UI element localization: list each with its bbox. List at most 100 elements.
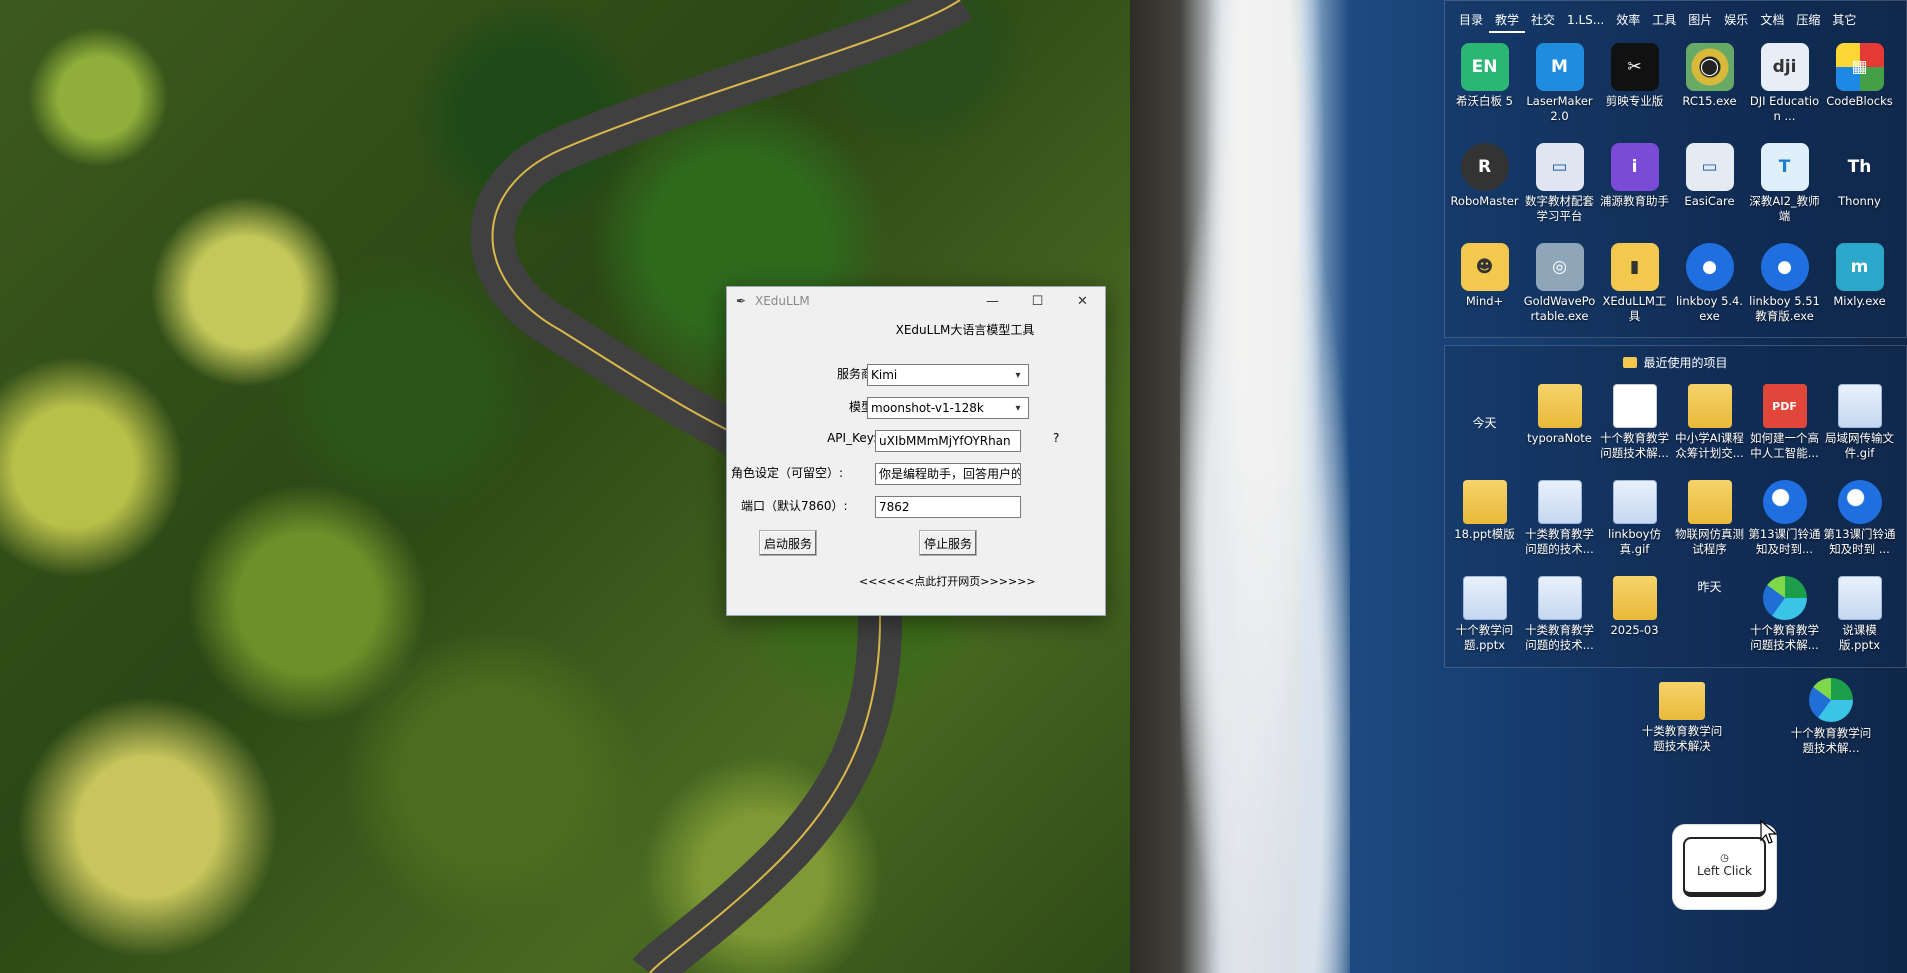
slide-icon	[1537, 576, 1582, 620]
fence-tab[interactable]: 社交	[1525, 7, 1561, 33]
app-label: Mixly.exe	[1833, 294, 1886, 308]
recent-item[interactable]: 第13课门铃通知及时到...	[1747, 474, 1822, 570]
recent-item[interactable]: 18.ppt模版	[1447, 474, 1522, 570]
close-button[interactable]: ✕	[1060, 287, 1105, 315]
app-grid: EN 希沃白板 5 M LaserMaker 2.0 ✂ 剪映专业版 ◯ RC15.exe dj…	[1445, 39, 1906, 339]
app-shortcut[interactable]: ● linkboy 5.4.exe	[1672, 239, 1747, 339]
app-shortcut[interactable]: EN 希沃白板 5	[1447, 39, 1522, 139]
recent-item[interactable]: linkboy仿真.gif	[1597, 474, 1672, 570]
provider-value: Kimi	[871, 368, 898, 382]
slide-icon	[1612, 480, 1657, 524]
maximize-button[interactable]: ☐	[1015, 287, 1060, 315]
feather-icon: ✒	[735, 294, 747, 308]
fence-tab[interactable]: 其它	[1826, 7, 1862, 33]
recent-item[interactable]: 局域网传输文件.gif	[1822, 378, 1897, 474]
edge-icon	[1762, 576, 1807, 620]
app-label: DJI Education ...	[1749, 94, 1820, 123]
recent-item[interactable]: 第13课门铃通知及时到 ...	[1822, 474, 1897, 570]
mouse-icon: ◷ Left Click	[1683, 837, 1766, 897]
minimize-button[interactable]: —	[970, 287, 1015, 315]
open-webpage-link[interactable]: <<<<<<点此打开网页>>>>>>	[859, 573, 1036, 589]
folder-icon	[1462, 480, 1507, 524]
app-icon: dji	[1760, 43, 1809, 91]
app-shortcut[interactable]: i 浦源教育助手	[1597, 139, 1672, 239]
fence-tab[interactable]: 教学	[1489, 7, 1526, 33]
fence-tab[interactable]: 工具	[1646, 7, 1682, 33]
recent-item[interactable]: PDF 如何建一个高中人工智能...	[1747, 378, 1822, 474]
recent-item-label: 十个教学问题.pptx	[1455, 623, 1514, 652]
recent-item-label: 十类教育教学问题的技术...	[1525, 623, 1594, 652]
app-shortcut[interactable]: ▭ EasiCare	[1672, 139, 1747, 239]
fence-tab[interactable]: 1.LS...	[1561, 7, 1610, 33]
app-shortcut[interactable]: M LaserMaker 2.0	[1522, 39, 1597, 139]
fence-tab[interactable]: 效率	[1610, 7, 1646, 33]
app-label: linkboy 5.4.exe	[1675, 294, 1744, 323]
help-mark[interactable]: ?	[1053, 431, 1059, 445]
mouse-glyph-icon: ◷	[1720, 853, 1729, 864]
xedullm-window: ✒ XEduLLM — ☐ ✕ XEduLLM大语言模型工具 服务商: Kimi…	[726, 286, 1106, 616]
fence-tab[interactable]: 压缩	[1790, 7, 1826, 33]
app-shortcut[interactable]: R RoboMaster	[1447, 139, 1522, 239]
recent-item[interactable]: 中小学AI课程众筹计划交...	[1672, 378, 1747, 474]
app-shortcut[interactable]: ☻ Mind+	[1447, 239, 1522, 339]
app-label: 希沃白板 5	[1456, 94, 1513, 108]
app-icon: ◯	[1685, 43, 1734, 91]
desktop-edge-file[interactable]: 十个教育教学问题技术解...	[1786, 678, 1876, 756]
apikey-label: API_Key:	[827, 431, 877, 445]
recent-item-label: 局域网传输文件.gif	[1825, 431, 1894, 460]
app-shortcut[interactable]: ✂ 剪映专业版	[1597, 39, 1672, 139]
app-shortcut[interactable]: ● linkboy 5.51教育版.exe	[1747, 239, 1822, 339]
provider-select[interactable]: Kimi ▾	[867, 364, 1029, 386]
recent-item[interactable]: 十类教育教学问题的技术...	[1522, 474, 1597, 570]
app-shortcut[interactable]: ▭ 数字教材配套学习平台	[1522, 139, 1597, 239]
app-shortcut[interactable]: ▦ CodeBlocks	[1822, 39, 1897, 139]
fence-tab[interactable]: 图片	[1682, 7, 1718, 33]
app-shortcut[interactable]: ◎ GoldWavePortable.exe	[1522, 239, 1597, 339]
recent-item[interactable]: 十个教育教学问题技术解...	[1597, 378, 1672, 474]
fence-tabs: 目录 教学 社交 1.LS... 效率 工具 图片 娱乐 文档 压缩 其它	[1445, 1, 1906, 39]
linkboy-icon	[1837, 480, 1882, 524]
slide-icon	[1462, 576, 1507, 620]
stop-service-button[interactable]: 停止服务	[919, 530, 977, 556]
recent-item[interactable]: 物联网仿真测试程序	[1672, 474, 1747, 570]
recent-title-label: 最近使用的项目	[1643, 355, 1728, 370]
fence-tab[interactable]: 文档	[1754, 7, 1790, 33]
recent-item[interactable]: 说课模版.pptx	[1822, 570, 1897, 666]
fence-tab[interactable]: 娱乐	[1718, 7, 1754, 33]
app-label: linkboy 5.51教育版.exe	[1749, 294, 1820, 323]
app-shortcut[interactable]: dji DJI Education ...	[1747, 39, 1822, 139]
app-icon: m	[1835, 243, 1884, 291]
role-input[interactable]: 你是编程助手，回答用户的	[875, 463, 1021, 485]
recent-item-label: 2025-03	[1610, 623, 1659, 637]
app-label: GoldWavePortable.exe	[1523, 294, 1596, 323]
recent-item[interactable]: 十个教学问题.pptx	[1447, 570, 1522, 666]
app-icon: ◎	[1535, 243, 1584, 291]
recent-item[interactable]: 十类教育教学问题的技术...	[1522, 570, 1597, 666]
app-shortcut[interactable]: Th Thonny	[1822, 139, 1897, 239]
recent-item-label: 说课模版.pptx	[1838, 623, 1881, 652]
port-input[interactable]: 7862	[875, 496, 1021, 518]
apikey-input[interactable]: uXIbMMmMjYfOYRhan	[875, 430, 1021, 452]
app-shortcut[interactable]: T 深教AI2_教师端	[1747, 139, 1822, 239]
start-service-button[interactable]: 启动服务	[759, 530, 817, 556]
folder-icon	[1612, 576, 1657, 620]
linkboy-icon	[1762, 480, 1807, 524]
app-heading: XEduLLM大语言模型工具	[895, 323, 1035, 337]
slide-icon	[1837, 576, 1882, 620]
recent-item[interactable]: typoraNote	[1522, 378, 1597, 474]
model-value: moonshot-v1-128k	[871, 401, 984, 415]
app-label: 剪映专业版	[1605, 94, 1664, 108]
recent-grid: 今天 typoraNote 十个教育教学问题技术解... 中小学AI课程众筹计划交..…	[1445, 378, 1906, 666]
app-label: Thonny	[1838, 194, 1881, 208]
doc-icon	[1612, 384, 1657, 428]
recent-item[interactable]: 十个教育教学问题技术解...	[1747, 570, 1822, 666]
fence-tab[interactable]: 目录	[1453, 7, 1489, 33]
app-shortcut[interactable]: ◯ RC15.exe	[1672, 39, 1747, 139]
app-shortcut[interactable]: ▮ XEduLLM工具	[1597, 239, 1672, 339]
app-shortcut[interactable]: m Mixly.exe	[1822, 239, 1897, 339]
recent-item[interactable]: 2025-03	[1597, 570, 1672, 666]
model-select[interactable]: moonshot-v1-128k ▾	[867, 397, 1029, 419]
recent-item-label: linkboy仿真.gif	[1608, 527, 1661, 556]
desktop-folder[interactable]: 十类教育教学问题技术解决	[1637, 678, 1727, 754]
pdf-icon: PDF	[1762, 384, 1807, 428]
